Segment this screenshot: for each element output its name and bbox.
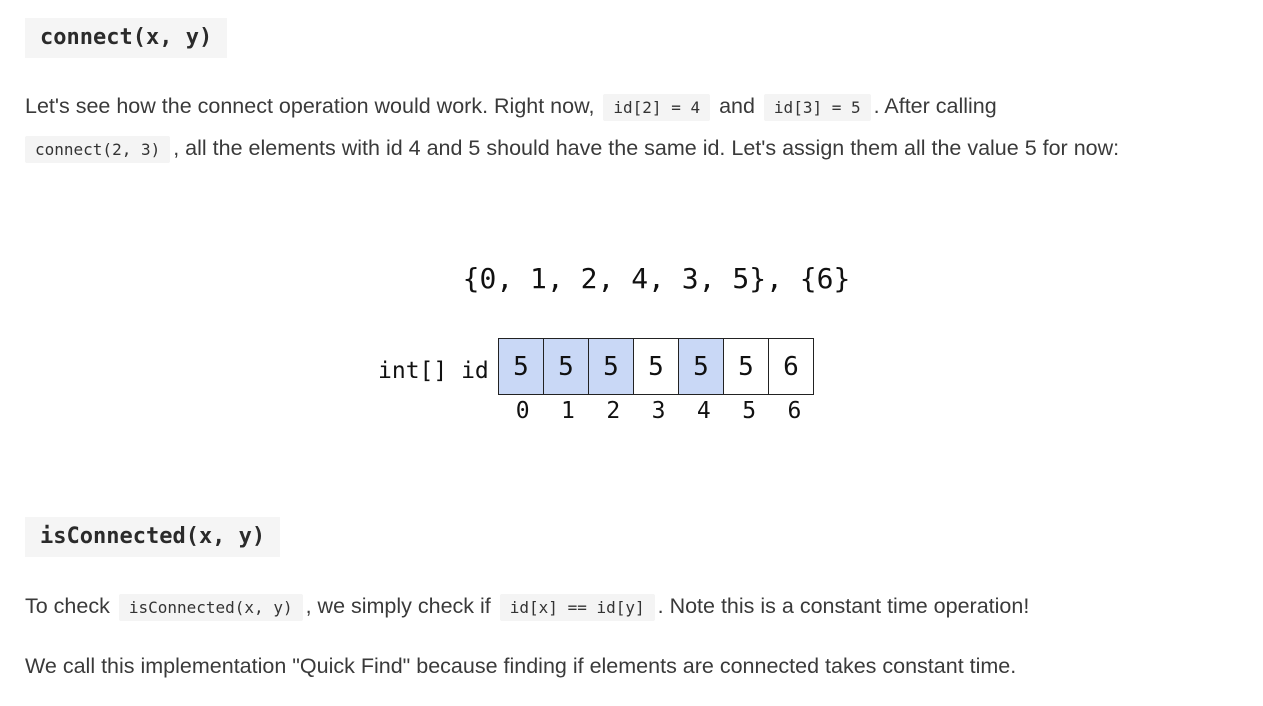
array-index: 5 xyxy=(742,398,757,424)
connect-explanation: Let's see how the connect operation woul… xyxy=(25,86,1225,170)
array-index: 1 xyxy=(561,398,575,424)
inline-code: id[x] == id[y] xyxy=(499,594,655,621)
array-index: 6 xyxy=(787,398,802,424)
text-segment: and xyxy=(713,94,761,118)
array-cell: 5 xyxy=(544,338,589,395)
text-segment: To check xyxy=(25,594,116,618)
quick-find-summary: We call this implementation "Quick Find"… xyxy=(25,654,1017,678)
set-notation: {0, 1, 2, 4, 3, 5}, {6} xyxy=(462,262,851,295)
text-segment: Let's see how the connect operation woul… xyxy=(25,94,601,118)
array-indices: 0 1 2 3 4 5 6 xyxy=(500,398,817,424)
array-label: int[] id xyxy=(378,358,489,384)
is-connected-explanation: To check isConnected(x, y), we simply ch… xyxy=(25,586,1225,628)
array-cell: 5 xyxy=(589,338,634,395)
text-segment: . After calling xyxy=(873,94,997,118)
is-connected-heading: isConnected(x, y) xyxy=(25,517,281,557)
array-index: 2 xyxy=(606,398,621,424)
connect-heading: connect(x, y) xyxy=(25,18,228,58)
id-array: 5 5 5 5 5 5 6 xyxy=(498,338,814,395)
array-cell: 5 xyxy=(679,338,724,395)
inline-code: isConnected(x, y) xyxy=(118,594,303,621)
text-segment: , all the elements with id 4 and 5 shoul… xyxy=(173,136,1120,160)
array-index: 0 xyxy=(515,398,530,424)
array-cell: 5 xyxy=(499,338,544,395)
array-cell: 5 xyxy=(724,338,769,395)
inline-code: connect(2, 3) xyxy=(25,136,171,163)
array-cell: 6 xyxy=(769,338,814,395)
array-index: 3 xyxy=(651,398,666,424)
array-index: 4 xyxy=(696,398,711,424)
text-segment: . Note this is a constant time operation… xyxy=(657,594,1030,618)
inline-code: id[3] = 5 xyxy=(763,94,871,121)
array-cell: 5 xyxy=(634,338,679,395)
inline-code: id[2] = 4 xyxy=(603,94,711,121)
text-segment: , we simply check if xyxy=(305,594,497,618)
